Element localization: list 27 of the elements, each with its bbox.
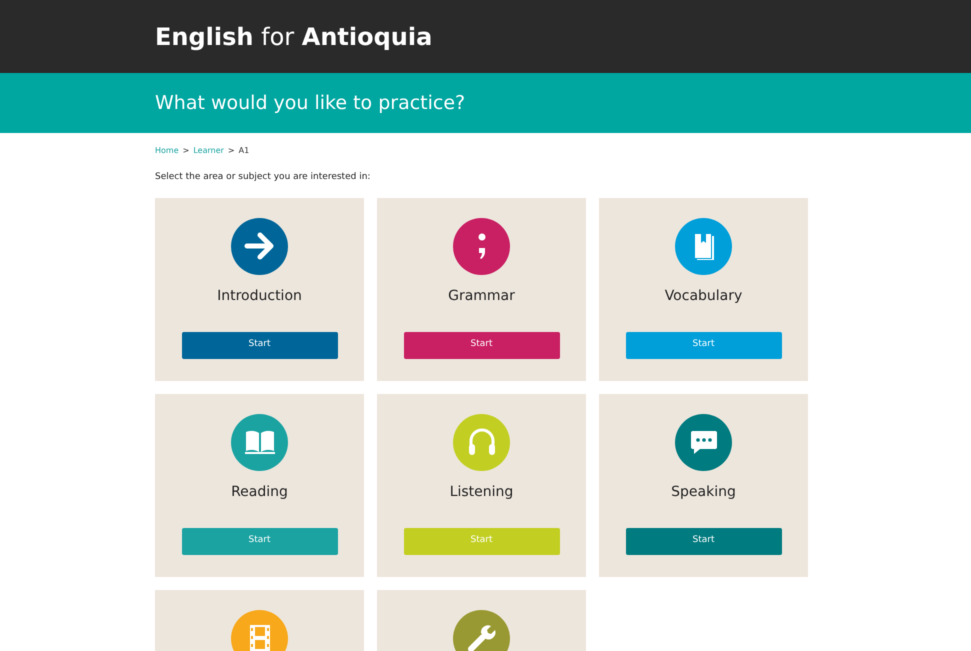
start-button[interactable]: Start bbox=[182, 332, 338, 358]
instruction-text: Select the area or subject you are interested in: bbox=[155, 171, 372, 184]
book-icon bbox=[692, 232, 714, 260]
page-heading: What would you like to practice? bbox=[155, 90, 466, 116]
wrench-icon bbox=[466, 623, 496, 651]
site-title[interactable]: English for Antioquia bbox=[155, 24, 809, 48]
start-button[interactable]: Start bbox=[404, 528, 560, 554]
subject-title: Reading bbox=[231, 482, 288, 502]
breadcrumb-current: A1 bbox=[238, 145, 250, 157]
headphones-icon bbox=[466, 427, 496, 457]
open-book-icon bbox=[244, 429, 276, 455]
start-button[interactable]: Start bbox=[182, 528, 338, 554]
subject-title: Introduction bbox=[217, 286, 302, 306]
start-button[interactable]: Start bbox=[404, 332, 560, 358]
breadcrumb-link[interactable]: Learner bbox=[193, 145, 224, 157]
breadcrumb-separator: > bbox=[228, 145, 235, 157]
subject-title: Grammar bbox=[448, 286, 515, 306]
start-button[interactable]: Start bbox=[626, 332, 782, 358]
arrow-icon bbox=[244, 232, 276, 260]
semicolon-icon bbox=[476, 232, 486, 260]
breadcrumb-separator: > bbox=[182, 145, 190, 157]
speech-bubble-icon bbox=[690, 428, 718, 456]
subject-title: Vocabulary bbox=[664, 286, 742, 306]
subject-title: Speaking bbox=[671, 482, 736, 502]
start-button[interactable]: Start bbox=[626, 528, 782, 554]
breadcrumb-link[interactable]: Home bbox=[155, 145, 179, 157]
subject-title: Listening bbox=[450, 482, 514, 502]
